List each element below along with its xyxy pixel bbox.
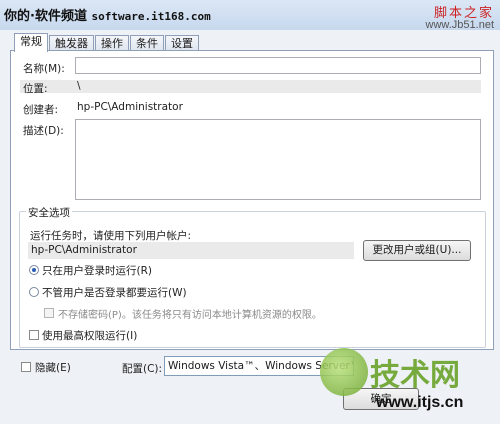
watermark-left-text: 你的·软件频道 bbox=[4, 9, 87, 24]
run-as-user-value: hp-PC\Administrator bbox=[31, 244, 137, 256]
radio-logged-on[interactable] bbox=[29, 265, 39, 275]
radio-whether-logged[interactable] bbox=[29, 287, 39, 297]
no-store-password-checkbox[interactable] bbox=[44, 308, 54, 318]
change-user-button[interactable]: 更改用户或组(U)... bbox=[363, 240, 471, 261]
configure-label: 配置(C): bbox=[122, 363, 163, 375]
hidden-label[interactable]: 隐藏(E) bbox=[35, 360, 71, 375]
security-group-title: 安全选项 bbox=[26, 205, 72, 220]
author-label: 创建者: bbox=[23, 104, 59, 116]
name-label: 名称(M): bbox=[23, 63, 65, 75]
name-input[interactable] bbox=[75, 57, 481, 74]
radio-whether-logged-label[interactable]: 不管用户是否登录都要运行(W) bbox=[42, 285, 187, 300]
hidden-checkbox[interactable] bbox=[21, 362, 31, 372]
watermark-logo-text: 技术网 bbox=[370, 358, 460, 393]
tab-general[interactable]: 常规 bbox=[14, 33, 48, 52]
tab-strip: 常规 触发器 操作 条件 设置 bbox=[14, 33, 200, 52]
description-textarea[interactable] bbox=[75, 119, 481, 200]
highest-privileges-checkbox[interactable] bbox=[29, 330, 39, 340]
location-value: \ bbox=[77, 80, 81, 92]
watermark-left: 你的·软件频道 software.it168.com bbox=[4, 5, 211, 24]
watermark-right-url: www.Jb51.net bbox=[425, 19, 494, 31]
description-label: 描述(D): bbox=[23, 125, 64, 137]
radio-logged-on-label[interactable]: 只在用户登录时运行(R) bbox=[42, 263, 152, 278]
author-value: hp-PC\Administrator bbox=[77, 101, 183, 113]
location-strip bbox=[20, 80, 481, 93]
highest-privileges-label[interactable]: 使用最高权限运行(I) bbox=[42, 328, 137, 343]
no-store-password-label: 不存储密码(P)。该任务将只有访问本地计算机资源的权限。 bbox=[58, 310, 322, 321]
watermark-bottom-url: www.itjs.cn bbox=[376, 394, 464, 411]
run-as-label: 运行任务时，请使用下列用户帐户: bbox=[30, 230, 192, 242]
location-label: 位置: bbox=[23, 83, 48, 95]
itjs-logo-icon bbox=[320, 348, 368, 396]
watermark-site: software.it168.com bbox=[91, 10, 211, 23]
